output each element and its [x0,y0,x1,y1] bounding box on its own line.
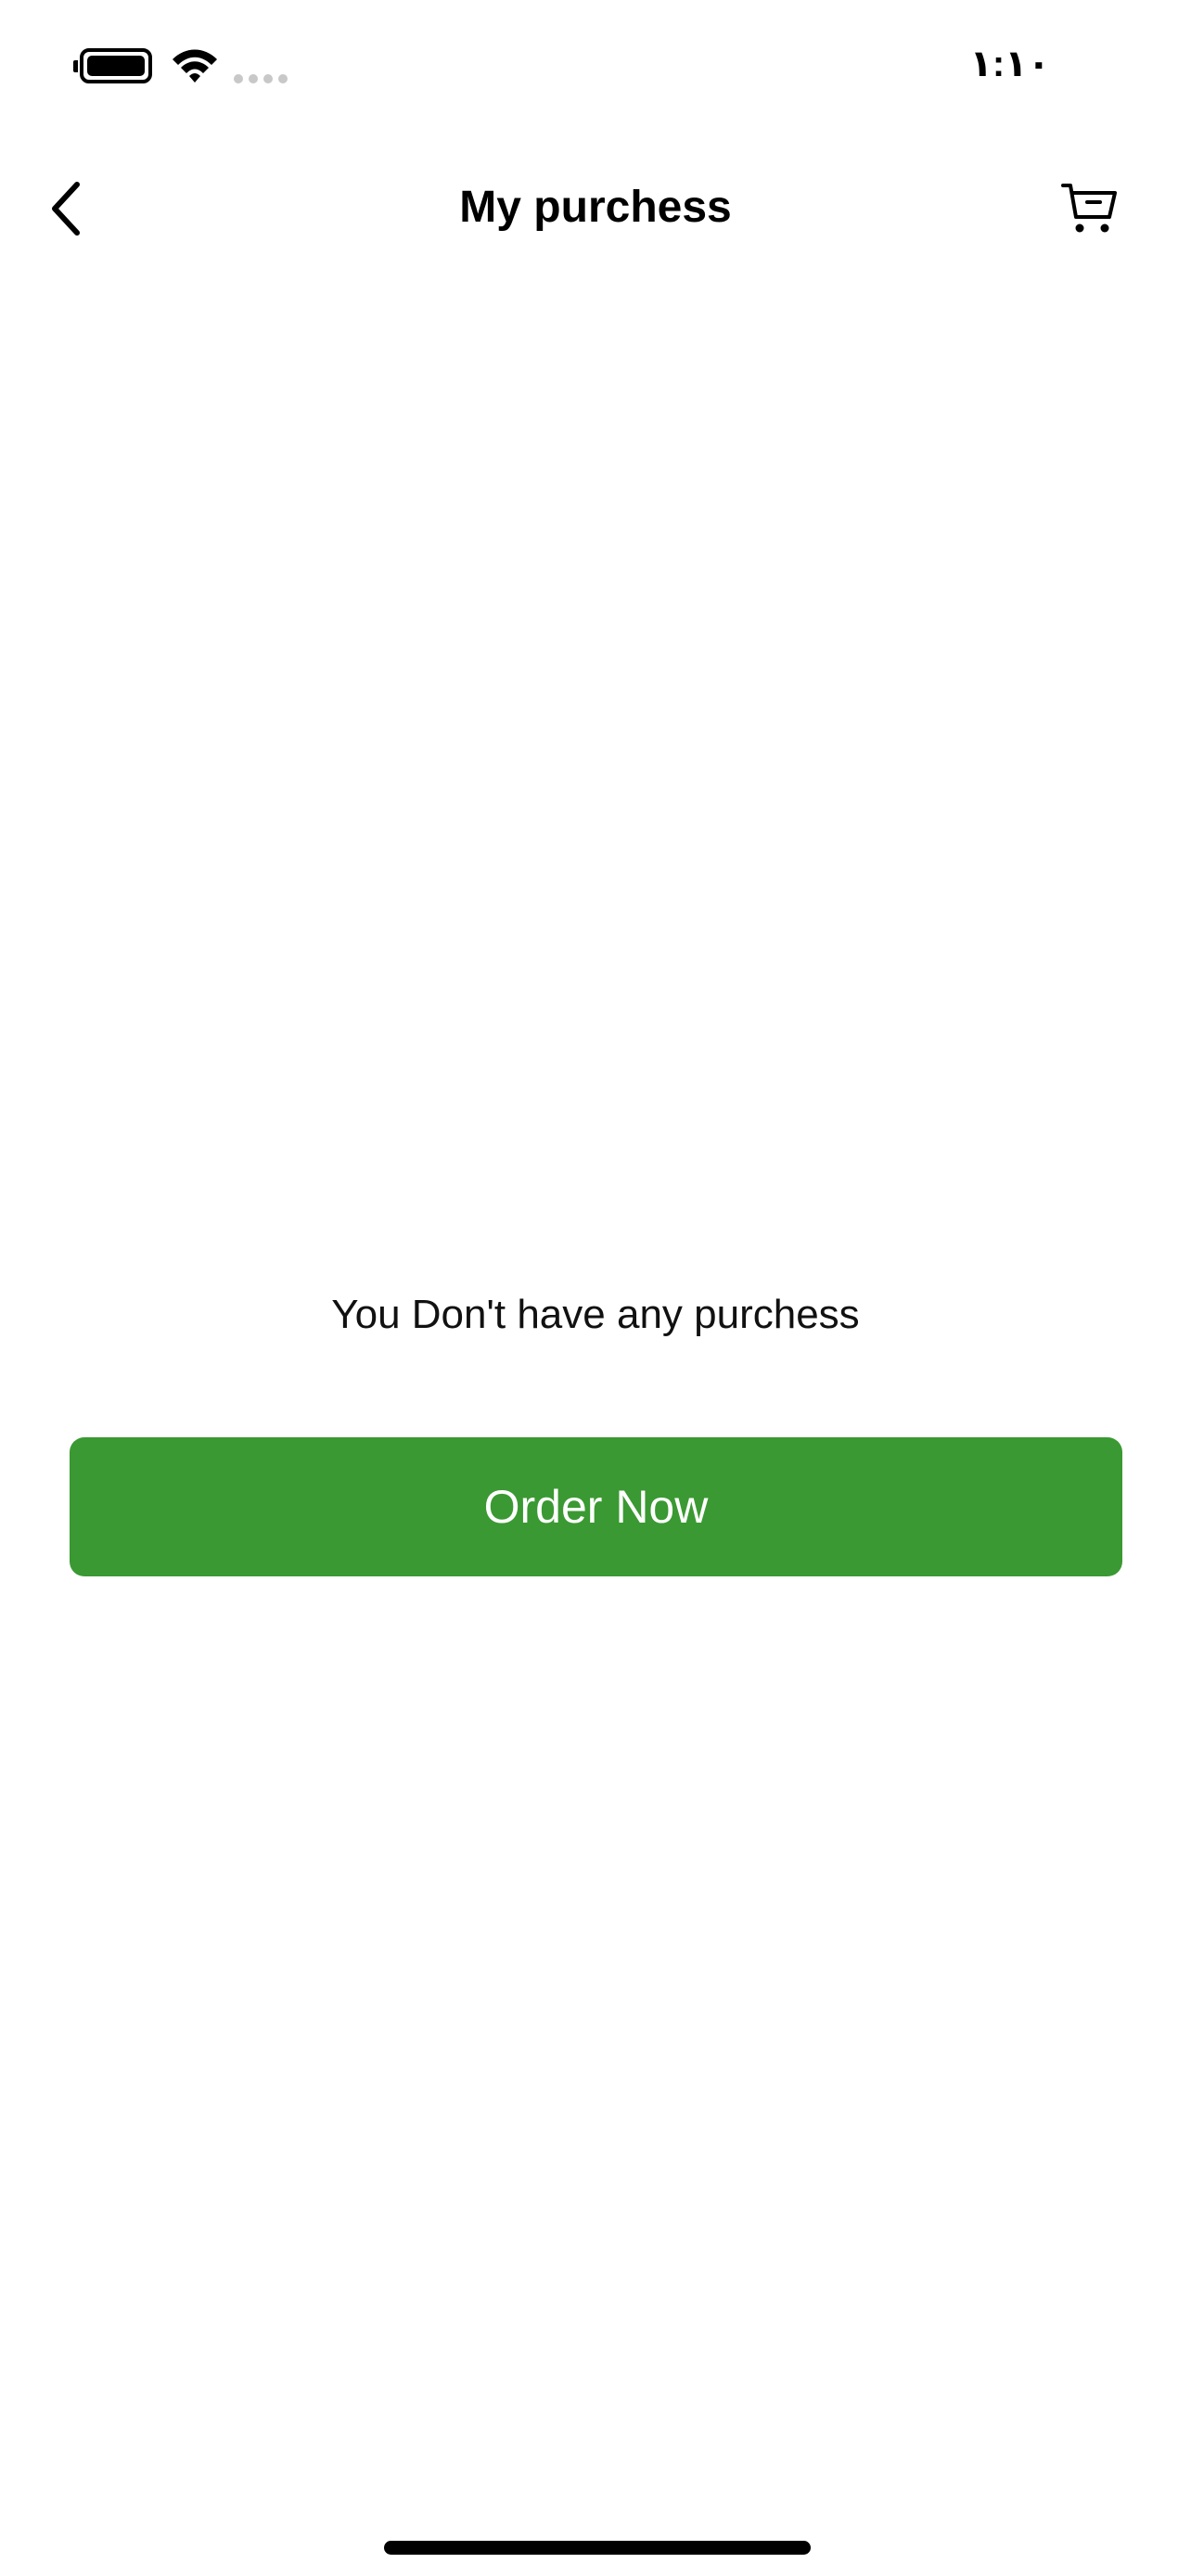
wifi-icon [173,49,217,83]
status-bar: ١:١٠ [0,0,1191,139]
home-indicator[interactable] [384,2541,811,2555]
battery-icon [73,48,152,83]
cart-button[interactable] [1054,174,1124,243]
cellular-signal-icon [234,74,293,83]
cart-icon [1061,184,1117,233]
order-now-button[interactable]: Order Now [70,1437,1122,1576]
page-title: My purchess [459,183,732,232]
navigation-bar: My purchess [0,158,1191,260]
empty-state-message: You Don't have any purchess [331,1292,860,1337]
status-time: ١:١٠ [969,44,1050,84]
